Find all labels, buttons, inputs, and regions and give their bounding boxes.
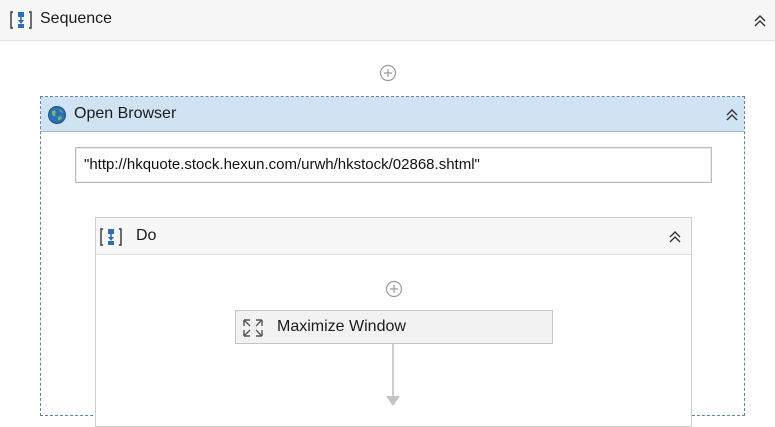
plus-circle-icon [379, 64, 397, 82]
sequence-collapse-button[interactable] [751, 12, 769, 30]
double-chevron-up-icon [669, 231, 681, 243]
flow-arrow-icon [386, 396, 400, 406]
do-header[interactable]: Do [96, 218, 691, 255]
double-chevron-up-icon [754, 15, 766, 27]
do-collapse-button[interactable] [666, 228, 684, 246]
do-container[interactable]: Do Maximize Window [95, 217, 692, 427]
globe-icon [47, 105, 67, 125]
maximize-window-title: Maximize Window [277, 318, 406, 335]
plus-circle-icon [385, 280, 403, 298]
sequence-icon [100, 227, 122, 247]
open-browser-collapse-button[interactable] [723, 106, 741, 124]
add-activity-button[interactable] [385, 280, 403, 298]
open-browser-title: Open Browser [74, 105, 177, 122]
open-browser-header[interactable]: Open Browser [41, 97, 744, 132]
open-browser-activity[interactable]: Open Browser "http://hkquote.stock.hexun… [40, 96, 745, 427]
sequence-title: Sequence [40, 10, 113, 27]
sequence-header[interactable]: Sequence [0, 0, 775, 41]
do-title: Do [136, 227, 157, 244]
double-chevron-up-icon [726, 109, 738, 121]
sequence-icon [10, 10, 32, 30]
url-field[interactable]: "http://hkquote.stock.hexun.com/urwh/hks… [75, 147, 712, 183]
maximize-window-activity[interactable]: Maximize Window [235, 310, 553, 344]
add-activity-button[interactable] [379, 64, 397, 82]
maximize-icon [242, 318, 264, 338]
flow-connector [392, 344, 394, 400]
